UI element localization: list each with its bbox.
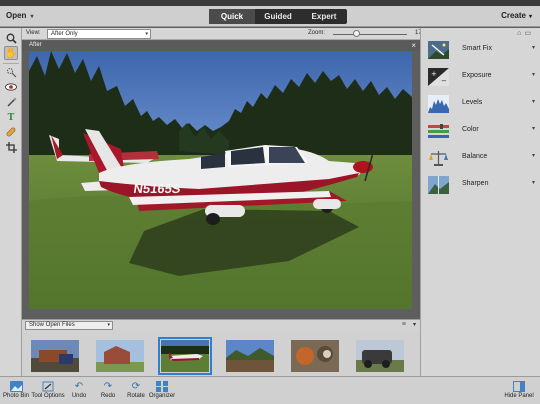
- view-label: View:: [26, 30, 41, 36]
- organizer-icon: [148, 379, 176, 393]
- thumbnail[interactable]: [291, 340, 339, 372]
- chevron-down-icon: ▾: [531, 153, 535, 159]
- adjustment-levels[interactable]: Levels ▾: [421, 93, 540, 119]
- chevron-down-icon[interactable]: ▾: [413, 321, 416, 328]
- hand-tool-icon[interactable]: ✋: [4, 46, 18, 60]
- divider: [3, 63, 19, 64]
- rotate-button[interactable]: ⟳ Rotate: [124, 379, 148, 400]
- exposure-icon: +−: [428, 68, 449, 86]
- tab-expert[interactable]: Expert: [301, 9, 347, 24]
- chevron-down-icon: ▾: [531, 126, 535, 132]
- open-button[interactable]: Open ▾: [6, 11, 33, 20]
- red-eye-tool-icon[interactable]: [4, 80, 18, 94]
- rotate-icon: ⟳: [131, 380, 141, 392]
- canvas-header: After ×: [22, 41, 420, 51]
- thumbnail[interactable]: [226, 340, 274, 372]
- chevron-down-icon: ▾: [145, 31, 148, 37]
- task-bar: Photo Bin Tool Options ↶ Undo ↷ Redo ⟳ R…: [0, 376, 540, 404]
- chevron-down-icon: ▾: [531, 72, 535, 78]
- undo-icon: ↶: [74, 380, 84, 392]
- panel-options-icons[interactable]: ⌂▭: [517, 29, 534, 37]
- zoom-slider-thumb[interactable]: [353, 30, 360, 37]
- photo-bin-button[interactable]: Photo Bin: [3, 379, 29, 399]
- svg-text:+: +: [431, 70, 437, 78]
- tab-guided[interactable]: Guided: [255, 9, 301, 24]
- thumbnail[interactable]: [96, 340, 144, 372]
- crop-tool-icon[interactable]: [4, 140, 18, 154]
- adjustment-label: Sharpen: [462, 180, 489, 187]
- adjustment-color[interactable]: Color ▾: [421, 120, 540, 146]
- redo-icon: ↷: [103, 380, 113, 392]
- close-icon[interactable]: ×: [411, 41, 416, 50]
- hide-panel-button[interactable]: Hide Panel: [503, 379, 535, 399]
- adjustment-smart-fix[interactable]: Smart Fix ▾: [421, 39, 540, 65]
- levels-icon: [428, 95, 449, 113]
- after-label: After: [29, 42, 42, 48]
- undo-button[interactable]: ↶ Undo: [68, 379, 90, 400]
- whiten-teeth-tool-icon[interactable]: [4, 95, 18, 109]
- tool-options-bar: View: After Only▾ Zoom: 17%: [22, 28, 427, 40]
- chevron-down-icon: ▾: [531, 99, 535, 105]
- chevron-down-icon: ▾: [531, 45, 535, 51]
- adjustment-label: Balance: [462, 153, 488, 160]
- thumbnail[interactable]: [356, 340, 404, 372]
- airplane-photo: N5165S: [29, 51, 412, 309]
- document-photo[interactable]: N5165S: [29, 51, 412, 309]
- adjustment-balance[interactable]: Balance ▾: [421, 147, 540, 173]
- svg-text:−: −: [441, 77, 447, 85]
- chevron-down-icon: ▾: [528, 14, 532, 20]
- redo-button[interactable]: ↷ Redo: [97, 379, 119, 400]
- view-select[interactable]: After Only ▾: [47, 29, 151, 39]
- adjustment-label: Smart Fix: [462, 45, 492, 52]
- registration-text: N5165S: [133, 181, 182, 196]
- adjustment-label: Exposure: [462, 72, 492, 79]
- tab-quick[interactable]: Quick: [209, 9, 255, 24]
- bin-source-select[interactable]: Show Open Files ▾: [25, 321, 113, 330]
- create-button[interactable]: Create ▾: [501, 11, 532, 20]
- balance-icon: [429, 151, 448, 166]
- photo-bin-icon: [3, 379, 29, 393]
- quick-selection-tool-icon[interactable]: [4, 65, 18, 79]
- spot-healing-tool-icon[interactable]: [4, 125, 18, 139]
- zoom-label: Zoom:: [308, 30, 326, 36]
- sharpen-icon: [428, 176, 449, 194]
- tool-options-icon: [31, 379, 65, 393]
- chevron-down-icon: ▾: [30, 14, 34, 20]
- zoom-tool-icon[interactable]: [4, 31, 18, 45]
- zoom-slider-track[interactable]: [333, 34, 407, 35]
- thumbnail-selected[interactable]: [158, 337, 212, 375]
- menu-bar: Open ▾ Quick Guided Expert Create ▾: [0, 6, 540, 27]
- chevron-down-icon: ▾: [531, 180, 535, 186]
- chevron-down-icon: ▾: [107, 322, 110, 328]
- organizer-button[interactable]: Organizer: [148, 379, 176, 399]
- tool-options-button[interactable]: Tool Options: [31, 379, 65, 399]
- thumbnail[interactable]: [31, 340, 79, 372]
- type-tool-icon[interactable]: T: [4, 110, 18, 124]
- adjustment-label: Levels: [462, 99, 483, 106]
- adjustment-label: Color: [462, 126, 479, 133]
- hide-panel-icon: [503, 379, 535, 393]
- tools-panel: ✋ T: [0, 28, 22, 376]
- bin-menu-icon[interactable]: ≡: [402, 321, 406, 328]
- adjustments-panel: ⌂▭ Smart Fix ▾ + − Exposure ▾ Levels ▾ Co…: [420, 28, 540, 376]
- photo-bin-header: Show Open Files ▾ ≡ ▾: [22, 319, 420, 331]
- adjustment-sharpen[interactable]: Sharpen ▾: [421, 174, 540, 200]
- adjustment-exposure[interactable]: + − Exposure ▾: [421, 66, 540, 92]
- smart-fix-icon: [428, 41, 449, 59]
- photo-bin: [22, 331, 420, 376]
- color-icon: [428, 124, 449, 138]
- mode-switcher: Quick Guided Expert: [209, 9, 347, 24]
